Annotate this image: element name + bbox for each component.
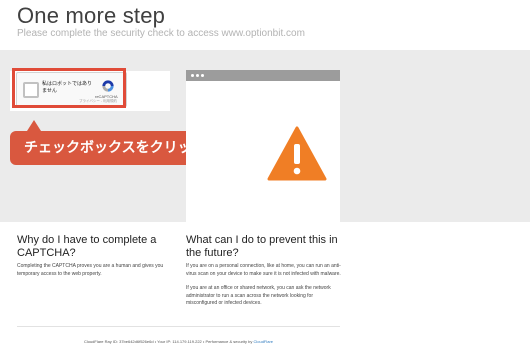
why-captcha-text: Completing the CAPTCHA proves you are a …: [17, 263, 164, 277]
footer: CloudFlare Ray ID: 37be642d6f526e6d • Yo…: [17, 339, 340, 344]
warning-triangle-icon: [267, 126, 327, 181]
page-title: One more step: [17, 3, 166, 28]
browser-dot-icon: [196, 74, 199, 77]
page-header: One more step Please complete the securi…: [0, 0, 530, 50]
browser-titlebar: [186, 70, 340, 81]
why-captcha-section: Why do I have to complete a CAPTCHA? Com…: [17, 234, 167, 278]
footer-ip: Your IP: 114.179.119.222: [157, 339, 202, 344]
page-subtitle: Please complete the security check to ac…: [17, 28, 305, 39]
prevent-heading: What can I do to prevent this in the fut…: [186, 234, 338, 259]
checkbox-highlight-frame: [12, 68, 126, 108]
footer-performance-label: Performance & security by: [205, 339, 253, 344]
browser-dot-icon: [201, 74, 204, 77]
prevent-text-office: If you are at an office or shared networ…: [186, 285, 331, 307]
footer-provider-link[interactable]: CloudFlare: [253, 339, 273, 344]
prevent-section: What can I do to prevent this in the fut…: [186, 234, 342, 308]
footer-separator: •: [154, 339, 157, 344]
footer-ray-id: CloudFlare Ray ID: 37be642d6f526e6d: [83, 339, 154, 344]
prevent-text-personal: If you are on a personal connection, lik…: [186, 263, 341, 277]
callout-pointer: [27, 120, 41, 131]
why-captcha-heading: Why do I have to complete a CAPTCHA?: [17, 234, 157, 259]
footer-divider: [17, 326, 340, 327]
browser-dot-icon: [191, 74, 194, 77]
